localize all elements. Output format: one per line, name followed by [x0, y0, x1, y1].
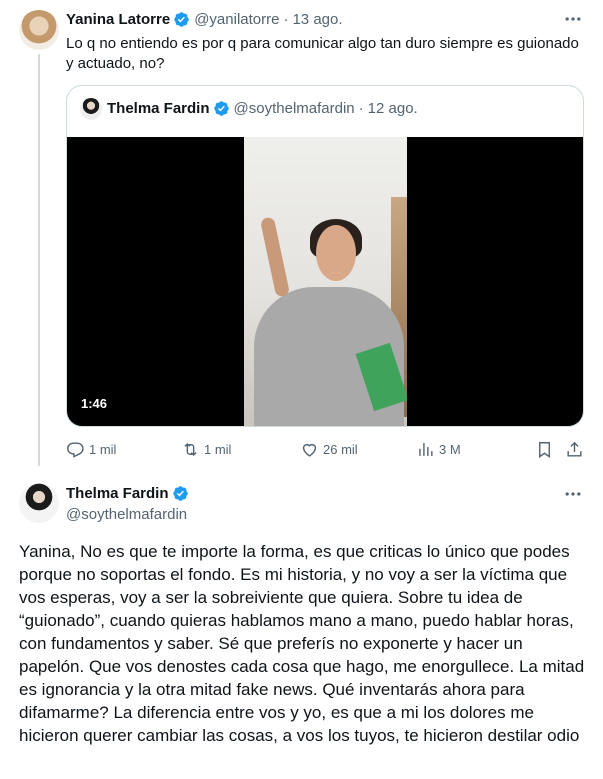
- verified-badge-icon: [213, 101, 229, 116]
- author-name[interactable]: Yanina Latorre: [66, 11, 170, 28]
- reply-button[interactable]: 1 mil: [66, 440, 116, 459]
- share-icon: [567, 441, 582, 457]
- verified-badge-icon: [172, 486, 188, 501]
- reply-icon: [67, 442, 84, 458]
- tweet-header: Yanina Latorre @yanilatorre · 13 ago.: [66, 11, 343, 28]
- action-bar: 1 mil 1 mil 26 mil 3 M: [0, 440, 603, 460]
- avatar[interactable]: [19, 483, 59, 523]
- avatar[interactable]: [19, 10, 59, 50]
- tweet-text: Lo q no entiendo es por q para comunicar…: [66, 35, 579, 72]
- tweet-text: Yanina, No es que te importe la forma, e…: [19, 542, 585, 745]
- bookmark-button[interactable]: [535, 440, 558, 459]
- retweet-count: 1 mil: [204, 442, 232, 457]
- thread-connector: [38, 54, 40, 466]
- separator-dot: ·: [283, 11, 289, 28]
- author-handle[interactable]: @yanilatorre: [194, 11, 279, 28]
- views-icon: [419, 443, 433, 456]
- like-icon: [302, 443, 317, 457]
- video-frame: [244, 137, 407, 426]
- quote-author-handle: @soythelmafardin: [233, 100, 355, 117]
- quote-avatar: [80, 98, 102, 120]
- views-button[interactable]: 3 M: [416, 440, 461, 459]
- separator-dot: ·: [358, 100, 364, 117]
- retweet-button[interactable]: 1 mil: [181, 440, 231, 459]
- author-name[interactable]: Thelma Fardin: [66, 485, 169, 502]
- like-count: 26 mil: [323, 442, 358, 457]
- more-icon[interactable]: [563, 484, 583, 504]
- views-count: 3 M: [439, 442, 461, 457]
- video-duration: 1:46: [81, 396, 108, 411]
- tweet-header: Thelma Fardin: [66, 485, 193, 502]
- video-player[interactable]: 1:46: [67, 137, 583, 426]
- verified-badge-icon: [174, 12, 189, 27]
- quote-author-name: Thelma Fardin: [107, 100, 210, 117]
- share-button[interactable]: [565, 440, 588, 459]
- bookmark-icon: [539, 442, 550, 458]
- author-handle[interactable]: @soythelmafardin: [66, 506, 187, 523]
- timestamp[interactable]: 13 ago.: [292, 11, 342, 28]
- reply-count: 1 mil: [89, 442, 117, 457]
- quote-timestamp: 12 ago.: [367, 100, 418, 117]
- quoted-tweet[interactable]: Thelma Fardin @soythelmafardin · 12 ago.…: [66, 85, 584, 427]
- quote-header: Thelma Fardin @soythelmafardin · 12 ago.: [107, 100, 418, 117]
- like-button[interactable]: 26 mil: [300, 440, 358, 459]
- retweet-icon: [184, 442, 197, 457]
- more-icon[interactable]: [563, 9, 583, 29]
